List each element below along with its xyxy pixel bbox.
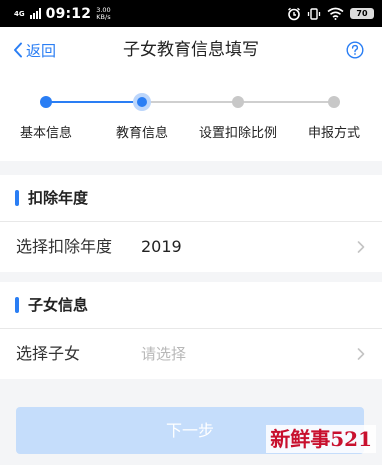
step-dot-deduction-ratio xyxy=(232,96,244,108)
deduction-year-value: 2019 xyxy=(141,237,182,256)
progress-stepper: 基本信息 教育信息 设置扣除比例 申报方式 xyxy=(0,73,382,161)
section-header-child-info: 子女信息 xyxy=(0,282,382,328)
step-dot-declaration-method xyxy=(328,96,340,108)
step-label-education-info: 教育信息 xyxy=(115,126,169,141)
alarm-icon xyxy=(288,7,300,20)
chevron-right-icon xyxy=(357,348,365,360)
select-child-row[interactable]: 选择子女 请选择 xyxy=(0,329,382,379)
help-icon[interactable] xyxy=(346,41,364,59)
vibrate-icon xyxy=(307,7,321,20)
step-connector-2 xyxy=(142,101,238,103)
status-bar: 4G 09:12 3.00 KB/s 70 xyxy=(0,0,382,27)
signal-icon xyxy=(29,8,41,19)
section-accent-bar xyxy=(15,190,19,206)
step-connector-3 xyxy=(238,101,334,103)
chevron-left-icon xyxy=(14,42,22,58)
select-child-label: 选择子女 xyxy=(16,344,81,363)
step-dot-basic-info xyxy=(40,96,52,108)
nav-bar: 返回 子女教育信息填写 xyxy=(0,27,382,73)
section-header-deduction-year: 扣除年度 xyxy=(0,175,382,221)
step-connector-1 xyxy=(46,101,142,103)
watermark: 新鲜事521 xyxy=(266,425,376,453)
step-label-deduction-ratio: 设置扣除比例 xyxy=(198,126,278,141)
speed-unit: KB/s xyxy=(96,12,111,21)
deduction-year-label: 选择扣除年度 xyxy=(16,237,113,256)
select-child-placeholder: 请选择 xyxy=(141,345,187,363)
section-title-child-info: 子女信息 xyxy=(28,296,89,314)
page-title: 子女教育信息填写 xyxy=(123,40,259,60)
step-dot-education-info-core xyxy=(137,97,147,107)
network-type: 4G xyxy=(14,9,25,18)
wifi-icon xyxy=(327,7,344,20)
status-time: 09:12 xyxy=(45,5,92,22)
battery-icon: 70 xyxy=(350,8,374,19)
chevron-right-icon xyxy=(357,241,365,253)
status-left: 4G 09:12 3.00 KB/s xyxy=(14,6,111,22)
back-button[interactable]: 返回 xyxy=(13,27,56,73)
back-label: 返回 xyxy=(26,41,57,60)
section-accent-bar xyxy=(15,297,19,313)
step-label-basic-info: 基本信息 xyxy=(19,126,73,141)
network-speed: 3.00 KB/s xyxy=(96,6,111,21)
section-title-deduction-year: 扣除年度 xyxy=(28,189,89,207)
step-label-declaration-method: 申报方式 xyxy=(307,126,361,141)
status-right: 70 xyxy=(287,7,374,21)
deduction-year-row[interactable]: 选择扣除年度 2019 xyxy=(0,222,382,272)
